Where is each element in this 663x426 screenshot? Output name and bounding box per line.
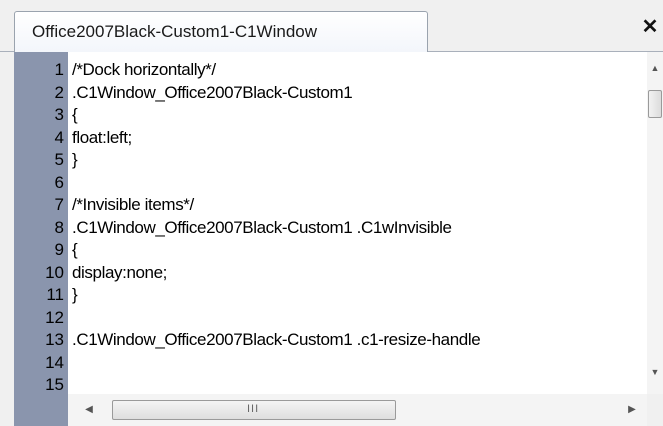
code-lines: 1 /*Dock horizontally*/ 2 .C1Window_Office2…: [14, 59, 639, 397]
line-number: 8: [54, 217, 64, 237]
code-line: 3{: [14, 104, 639, 127]
code-text[interactable]: {: [72, 104, 78, 126]
code-line: 1 /*Dock horizontally*/: [14, 59, 639, 82]
horizontal-scroll-thumb[interactable]: III: [112, 400, 396, 420]
code-text[interactable]: }: [72, 284, 78, 306]
tab-document[interactable]: Office2007Black-Custom1-C1Window: [14, 11, 428, 52]
code-text[interactable]: /*Dock horizontally*/: [72, 59, 216, 81]
scroll-left-icon[interactable]: ◀: [80, 400, 98, 420]
line-number: 4: [54, 127, 64, 147]
code-line: 6: [14, 172, 639, 195]
code-text[interactable]: float:left;: [72, 127, 132, 149]
scroll-right-icon[interactable]: ▶: [623, 400, 641, 420]
code-line: 9{: [14, 239, 639, 262]
code-text[interactable]: }: [72, 149, 78, 171]
code-window: Office2007Black-Custom1-C1Window ✕ 1 /*Do…: [0, 0, 663, 426]
code-text[interactable]: .C1Window_Office2007Black-Custom1: [72, 82, 353, 104]
code-line: 12: [14, 307, 639, 330]
line-number: 13: [45, 330, 64, 349]
horizontal-scrollbar[interactable]: ◀ III ▶: [68, 394, 647, 426]
scrollbar-corner: [647, 394, 663, 426]
line-number: 7: [54, 195, 64, 214]
line-number: 5: [54, 150, 64, 169]
line-number: 9: [54, 240, 64, 259]
code-line: 14: [14, 352, 639, 375]
code-text[interactable]: .C1Window_Office2007Black-Custom1 .c1-re…: [72, 329, 481, 351]
line-number: 10: [45, 262, 64, 282]
code-line: 7 /*Invisible items*/: [14, 194, 639, 217]
code-line: 2 .C1Window_Office2007Black-Custom1: [14, 82, 639, 105]
line-number: 2: [54, 82, 64, 102]
line-number: 3: [54, 105, 64, 124]
close-icon[interactable]: ✕: [640, 16, 660, 38]
line-number: 1: [54, 60, 64, 79]
line-number: 14: [45, 352, 64, 372]
code-text[interactable]: /*Invisible items*/: [72, 194, 194, 216]
code-text[interactable]: display:none;: [72, 262, 167, 284]
vertical-scrollbar[interactable]: ▲ ▼: [647, 52, 663, 394]
code-line: 13 .C1Window_Office2007Black-Custom1 .c1-…: [14, 329, 639, 352]
code-line: 8 .C1Window_Office2007Black-Custom1 .C1wI…: [14, 217, 639, 240]
code-line: 5}: [14, 149, 639, 172]
code-text[interactable]: .C1Window_Office2007Black-Custom1 .C1wIn…: [72, 217, 452, 239]
code-line: 10 display:none;: [14, 262, 639, 285]
scroll-down-icon[interactable]: ▼: [647, 362, 663, 382]
line-number: 15: [45, 375, 64, 394]
code-text[interactable]: {: [72, 239, 78, 261]
vertical-scroll-thumb[interactable]: [648, 90, 662, 118]
scroll-up-icon[interactable]: ▲: [647, 58, 663, 78]
line-number: 6: [54, 172, 64, 192]
code-line: 11}: [14, 284, 639, 307]
line-number: 11: [46, 285, 64, 304]
line-number: 12: [45, 307, 64, 327]
scroll-grip-icon: III: [247, 403, 260, 415]
tab-title: Office2007Black-Custom1-C1Window: [32, 22, 318, 41]
tab-strip: Office2007Black-Custom1-C1Window ✕: [0, 0, 663, 52]
code-editor[interactable]: 1 /*Dock horizontally*/ 2 .C1Window_Office2…: [14, 52, 663, 426]
code-line: 4 float:left;: [14, 127, 639, 150]
